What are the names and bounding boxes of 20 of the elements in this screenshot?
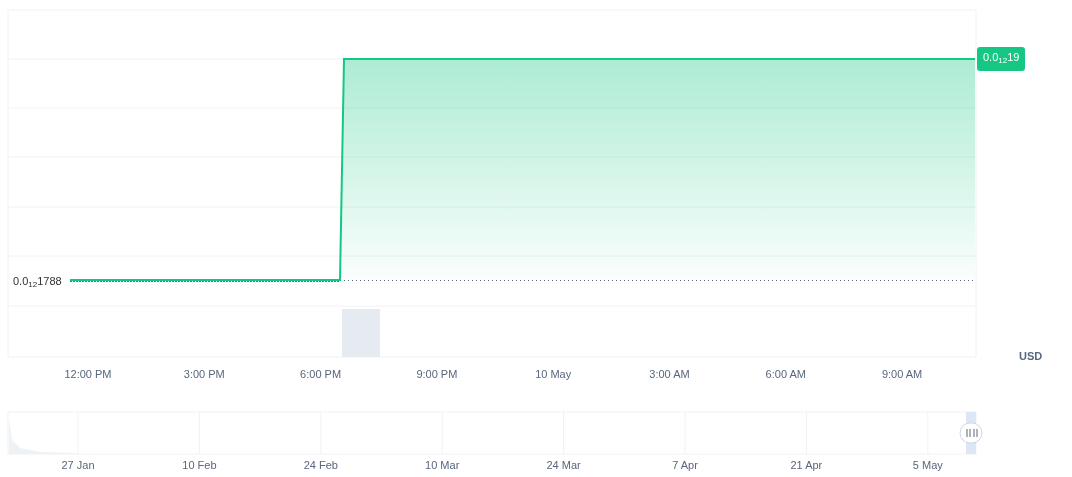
axis-label: 10 Mar [425, 460, 460, 471]
axis-label: 7 Apr [672, 460, 698, 471]
axis-label: 24 Feb [303, 460, 338, 471]
price-label: 0.0$_{12}$19 [977, 47, 1026, 71]
axis-label: 9:00 PM [416, 369, 458, 380]
axis-label: 3:00 AM [649, 369, 690, 380]
axis-label: 6:00 AM [765, 369, 806, 380]
axis-label: 9:00 AM [881, 369, 923, 380]
axis-label: 24 Mar [546, 460, 581, 471]
currency-label: USD [1019, 349, 1043, 364]
axis-label: 12:00 PM [64, 369, 112, 380]
axis-label: 27 Jan [61, 460, 95, 471]
axis-label: 6:00 PM [300, 369, 342, 380]
axis-label: 10 May [535, 369, 572, 380]
axis-label: 5 May [912, 460, 943, 471]
axis-label: 10 Feb [182, 460, 217, 471]
price-label: 0.0$_{12}$1788 [11, 276, 64, 287]
axis-label: 3:00 PM [183, 369, 225, 380]
navigator-handle[interactable] [959, 422, 983, 444]
axis-label: 21 Apr [790, 460, 823, 471]
